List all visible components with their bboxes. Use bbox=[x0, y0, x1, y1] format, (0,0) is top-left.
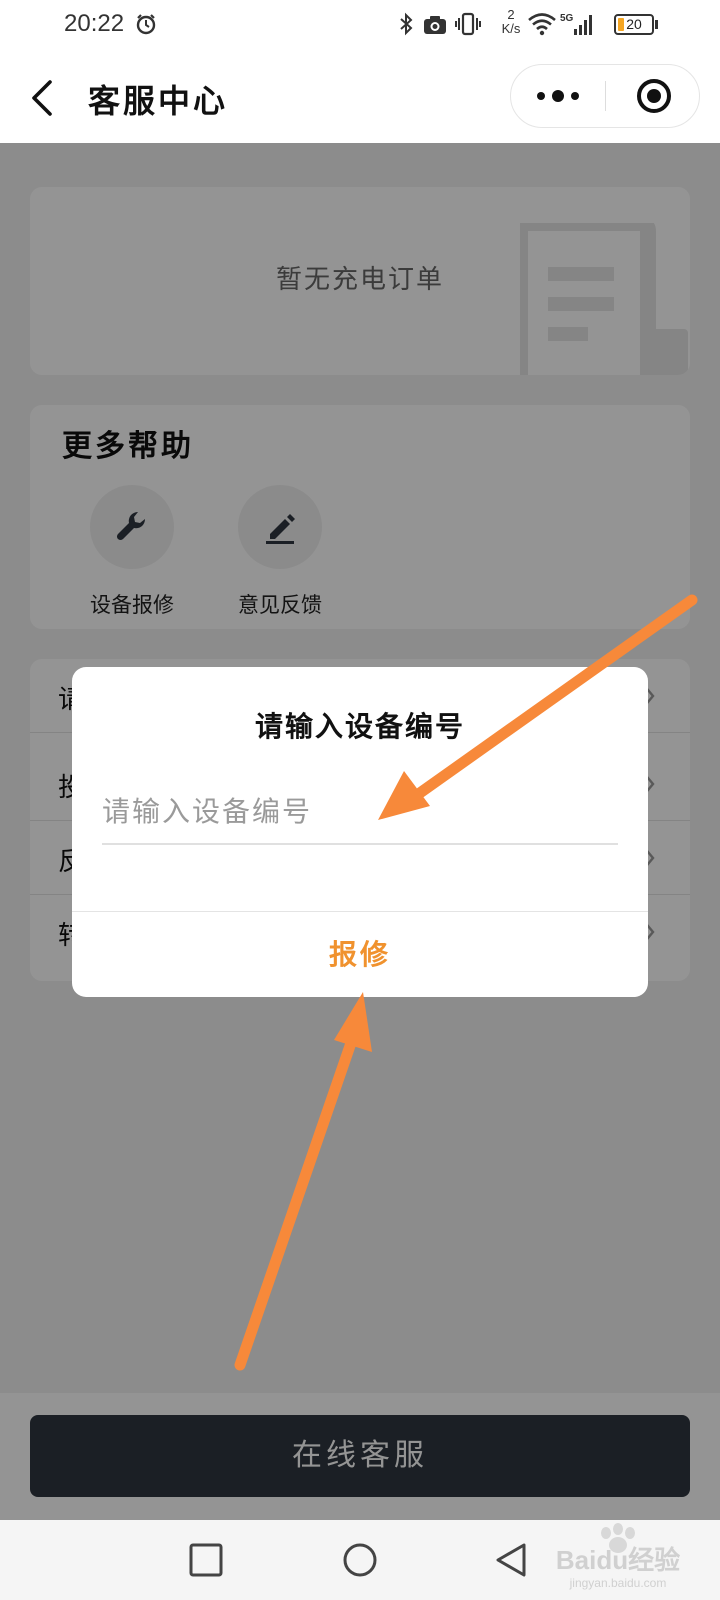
net-speed-value: 2 bbox=[507, 7, 515, 22]
watermark-brand: Baidu经验 bbox=[556, 1545, 680, 1575]
title-bar: 客服中心 bbox=[0, 50, 720, 143]
capsule-divider bbox=[605, 81, 606, 111]
camera-icon bbox=[424, 16, 446, 34]
back-arrow-icon bbox=[32, 80, 52, 116]
page-title: 客服中心 bbox=[88, 82, 229, 120]
wifi-icon bbox=[528, 13, 556, 36]
more-dots-icon bbox=[537, 90, 579, 102]
back-button[interactable] bbox=[22, 70, 66, 126]
battery-level: 20 bbox=[626, 16, 642, 32]
recent-apps-icon[interactable] bbox=[186, 1540, 226, 1580]
vibrate-icon bbox=[455, 12, 481, 36]
back-triangle-icon[interactable] bbox=[492, 1540, 532, 1580]
device-number-input[interactable] bbox=[102, 779, 618, 845]
signal-icon: 5G bbox=[560, 13, 592, 35]
bluetooth-icon bbox=[400, 12, 413, 36]
watermark-url: jingyan.baidu.com bbox=[569, 1576, 667, 1590]
device-number-dialog: 请输入设备编号 报修 bbox=[72, 667, 648, 997]
net-speed: 2 K/s bbox=[498, 8, 524, 36]
network-type: 5G bbox=[560, 13, 574, 24]
alarm-icon bbox=[136, 14, 156, 35]
battery-icon: 20 bbox=[614, 14, 654, 35]
battery-cap bbox=[655, 20, 658, 29]
close-target-icon bbox=[637, 79, 671, 113]
more-button[interactable] bbox=[511, 65, 605, 127]
status-time: 20:22 bbox=[64, 10, 125, 37]
net-speed-unit: K/s bbox=[501, 21, 521, 36]
dialog-title: 请输入设备编号 bbox=[254, 710, 465, 743]
menu-capsule bbox=[510, 64, 700, 128]
repair-button[interactable]: 报修 bbox=[72, 912, 648, 997]
close-button[interactable] bbox=[607, 65, 701, 127]
baidu-jingyan-watermark: Baidu经验 jingyan.baidu.com bbox=[556, 1523, 680, 1590]
home-icon[interactable] bbox=[340, 1540, 380, 1580]
status-bar: 20:22 2 K/s 5G 20 bbox=[0, 0, 720, 50]
